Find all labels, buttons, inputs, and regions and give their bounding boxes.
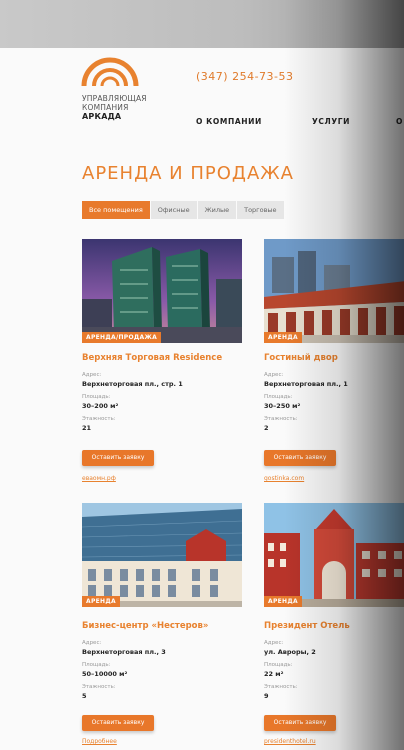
property-card: АРЕНДА/ПРОДАЖА Верхняя Торговая Residenc… (82, 239, 242, 489)
property-photo[interactable]: АРЕНДА (264, 239, 404, 343)
property-link[interactable]: presidenthotel.ru (264, 738, 316, 745)
address-value: ул. Авроры, 2 (264, 648, 316, 656)
address-value: Верхнеторговая пл., 3 (82, 648, 166, 656)
filter-tab-retail[interactable]: Торговые (237, 201, 284, 219)
floors-label: Этажность: (82, 416, 116, 422)
request-button[interactable]: Оставить заявку (264, 715, 336, 731)
area-value: 22 м² (264, 670, 284, 678)
floors-value: 2 (264, 424, 269, 432)
brand-line: КОМПАНИЯ (82, 103, 129, 112)
brand-name: УПРАВЛЯЮЩАЯ КОМПАНИЯ АРКАДА (82, 94, 147, 121)
property-photo[interactable]: АРЕНДА/ПРОДАЖА (82, 239, 242, 343)
deal-type-tag: АРЕНДА (82, 596, 120, 607)
floors-label: Этажность: (264, 684, 298, 690)
area-label: Площадь: (264, 662, 293, 668)
deal-type-tag: АРЕНДА/ПРОДАЖА (82, 332, 162, 343)
address-label: Адрес: (264, 640, 284, 646)
brand-line-bold: АРКАДА (82, 112, 122, 121)
floors-value: 5 (82, 692, 87, 700)
address-label: Адрес: (264, 372, 284, 378)
property-link[interactable]: gostinka.com (264, 475, 304, 482)
brand-line: УПРАВЛЯЮЩАЯ (82, 94, 147, 103)
building-photo-image (82, 503, 242, 607)
building-photo-image (82, 239, 242, 343)
floors-label: Этажность: (82, 684, 116, 690)
building-photo-image (264, 503, 404, 607)
address-value: Верхнеторговая пл., 1 (264, 380, 348, 388)
address-value: Верхнеторговая пл., стр. 1 (82, 380, 183, 388)
property-title[interactable]: Гостиный двор (264, 353, 338, 363)
property-card: АРЕНДА Гостиный двор Адрес: Верхнеторгов… (264, 239, 404, 489)
address-label: Адрес: (82, 640, 102, 646)
request-button[interactable]: Оставить заявку (82, 715, 154, 731)
filter-tab-all[interactable]: Все помещения (82, 201, 150, 219)
filter-tab-office[interactable]: Офисные (150, 201, 197, 219)
nav-item-about[interactable]: О КОМПАНИИ (196, 117, 262, 126)
deal-type-tag: АРЕНДА (264, 332, 302, 343)
filter-tab-residential[interactable]: Жилые (197, 201, 237, 219)
area-value: 30–250 м² (264, 402, 301, 410)
page-title: АРЕНДА И ПРОДАЖА (82, 163, 294, 184)
site-header: УПРАВЛЯЮЩАЯ КОМПАНИЯ АРКАДА (347) 254-73… (0, 48, 404, 138)
screenshot-scene: УПРАВЛЯЮЩАЯ КОМПАНИЯ АРКАДА (347) 254-73… (0, 0, 404, 750)
area-value: 50–10000 м² (82, 670, 128, 678)
floors-value: 21 (82, 424, 92, 432)
property-link[interactable]: Подробнее (82, 738, 117, 745)
request-button[interactable]: Оставить заявку (82, 450, 154, 466)
property-title[interactable]: Президент Отель (264, 621, 350, 631)
arkada-logo-icon[interactable] (80, 54, 140, 88)
request-button[interactable]: Оставить заявку (264, 450, 336, 466)
address-label: Адрес: (82, 372, 102, 378)
floors-label: Этажность: (264, 416, 298, 422)
property-card: АРЕНДА Бизнес-центр «Нестеров» Адрес: Ве… (82, 503, 242, 748)
property-photo[interactable]: АРЕНДА (264, 503, 404, 607)
nav-item-cut[interactable]: О (396, 117, 403, 126)
property-photo[interactable]: АРЕНДА (82, 503, 242, 607)
top-grey-strip (0, 0, 404, 48)
floors-value: 9 (264, 692, 269, 700)
property-card: АРЕНДА Президент Отель Адрес: ул. Авроры… (264, 503, 404, 748)
property-link[interactable]: еваомн.рф (82, 475, 116, 482)
building-photo-image (264, 239, 404, 343)
nav-item-services[interactable]: УСЛУГИ (312, 117, 350, 126)
deal-type-tag: АРЕНДА (264, 596, 302, 607)
area-value: 30–200 м² (82, 402, 119, 410)
property-title[interactable]: Бизнес-центр «Нестеров» (82, 621, 208, 631)
phone-number[interactable]: (347) 254-73-53 (196, 70, 294, 83)
area-label: Площадь: (82, 662, 111, 668)
area-label: Площадь: (82, 394, 111, 400)
filter-tabs: Все помещения Офисные Жилые Торговые (82, 201, 285, 219)
property-title[interactable]: Верхняя Торговая Residence (82, 353, 222, 363)
area-label: Площадь: (264, 394, 293, 400)
